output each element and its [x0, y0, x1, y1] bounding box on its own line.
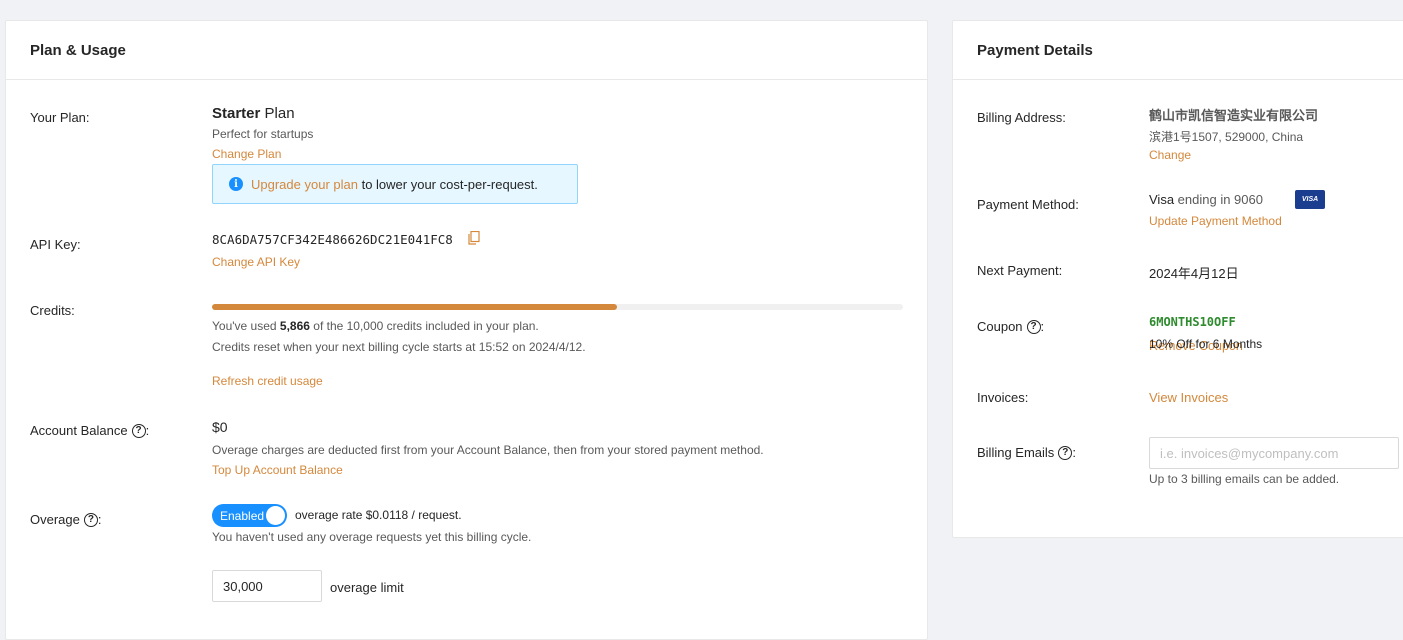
card-brand: Visa — [1149, 192, 1175, 207]
account-balance-label-text: Account Balance — [30, 423, 128, 438]
billing-emails-label-text: Billing Emails — [977, 445, 1055, 460]
toggle-knob — [266, 506, 285, 525]
card-ending: ending in 9060 — [1174, 192, 1263, 207]
help-icon[interactable]: ? — [1058, 445, 1073, 460]
coupon-description: 10% Off for 6 Months — [1149, 337, 1263, 351]
payment-details-card: Payment Details Billing Address: 鹤山市凯信智造… — [952, 20, 1403, 538]
payment-method-label: Payment Method: — [977, 197, 1079, 212]
info-icon: i — [229, 177, 243, 191]
billing-emails-help: Up to 3 billing emails can be added. — [1149, 472, 1340, 486]
update-payment-method-link[interactable]: Update Payment Method — [1149, 214, 1282, 228]
coupon-label: Coupon?: — [977, 319, 1045, 334]
overage-limit-label: overage limit — [330, 580, 404, 595]
billing-address-line: 滨港1号1507, 529000, China — [1149, 130, 1304, 144]
credits-used-suffix: of the 10,000 credits included in your p… — [309, 319, 539, 333]
refresh-credit-usage-link[interactable]: Refresh credit usage — [212, 374, 323, 388]
next-payment-value: 2024年4月12日 — [1149, 266, 1239, 281]
plan-name-rest: Plan — [260, 105, 295, 122]
change-api-key-link[interactable]: Change API Key — [212, 255, 300, 269]
overage-toggle-label: Enabled — [220, 508, 265, 523]
account-balance-label: Account Balance?: — [30, 423, 150, 438]
coupon-label-text: Coupon — [977, 319, 1023, 334]
billing-emails-input[interactable] — [1149, 437, 1399, 469]
next-payment-label: Next Payment: — [977, 263, 1063, 278]
credits-progress-fill — [212, 304, 618, 310]
plan-name: Starter Plan — [212, 105, 295, 122]
credits-used-text: You've used 5,866 of the 10,000 credits … — [212, 319, 539, 333]
change-billing-address-link[interactable]: Change — [1149, 148, 1191, 162]
copy-icon[interactable] — [468, 231, 480, 245]
credits-used-value: 5,866 — [279, 319, 310, 333]
view-invoices-link[interactable]: View Invoices — [1149, 390, 1228, 405]
credits-used-prefix: You've used — [212, 319, 280, 333]
payment-method-card: Visa ending in 9060 — [1149, 192, 1263, 207]
credits-label: Credits: — [30, 303, 75, 318]
overage-limit-input[interactable] — [212, 570, 322, 602]
billing-company: 鹤山市凯信智造实业有限公司 — [1149, 108, 1319, 123]
help-icon[interactable]: ? — [131, 423, 146, 438]
top-up-account-balance-link[interactable]: Top Up Account Balance — [212, 463, 343, 477]
upgrade-plan-link[interactable]: Upgrade your plan — [251, 177, 358, 192]
help-icon[interactable]: ? — [83, 512, 98, 527]
upgrade-info-text: to lower your cost-per-request. — [357, 176, 538, 192]
plan-description: Perfect for startups — [212, 127, 314, 141]
api-key-label: API Key: — [30, 237, 81, 252]
invoices-label: Invoices: — [977, 390, 1029, 405]
change-plan-link[interactable]: Change Plan — [212, 147, 281, 161]
overage-rate-text: overage rate $0.0118 / request. — [295, 508, 462, 522]
your-plan-label: Your Plan: — [30, 110, 90, 125]
overage-label-text: Overage — [30, 512, 80, 527]
account-balance-description: Overage charges are deducted first from … — [212, 443, 764, 457]
visa-card-icon: VISA — [1295, 190, 1325, 209]
credits-reset-text: Credits reset when your next billing cyc… — [212, 340, 586, 354]
plan-usage-title: Plan & Usage — [6, 21, 927, 80]
api-key-value: 8CA6DA757CF342E486626DC21E041FC8 — [212, 232, 453, 247]
payment-details-title: Payment Details — [953, 21, 1403, 80]
credits-progress-bar — [212, 304, 903, 310]
billing-emails-label: Billing Emails?: — [977, 445, 1076, 460]
upgrade-info-banner: i Upgrade your plan to lower your cost-p… — [212, 164, 578, 204]
account-balance-value: $0 — [212, 419, 228, 435]
plan-usage-card: Plan & Usage Your Plan: Starter Plan Per… — [5, 20, 928, 640]
plan-name-bold: Starter — [212, 105, 261, 122]
billing-address-label: Billing Address: — [977, 110, 1066, 125]
coupon-code: 6MONTHS10OFF — [1149, 315, 1236, 329]
overage-label: Overage?: — [30, 512, 102, 527]
overage-usage-text: You haven't used any overage requests ye… — [212, 530, 532, 544]
overage-toggle[interactable]: Enabled — [212, 504, 287, 527]
help-icon[interactable]: ? — [1026, 319, 1041, 334]
top-strip — [0, 0, 1403, 8]
